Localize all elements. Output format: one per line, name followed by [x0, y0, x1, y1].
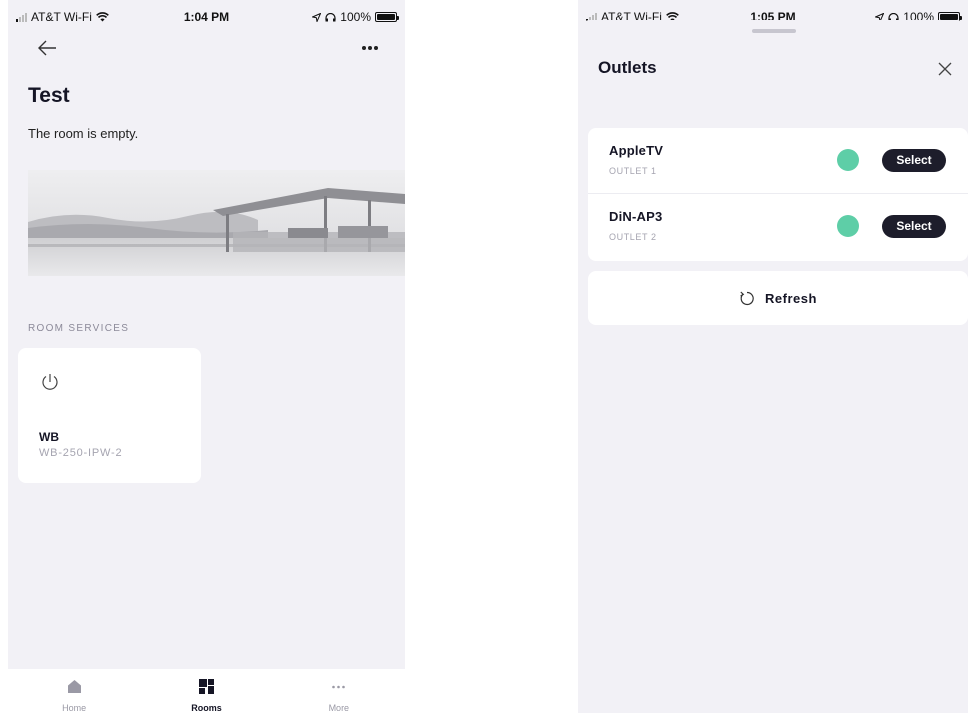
- room-hero-image: [28, 170, 405, 276]
- room-services-heading: ROOM SERVICES: [28, 323, 130, 334]
- outlet-row: AppleTV OUTLET 1 Select: [588, 128, 968, 194]
- bottom-tab-bar: Home Rooms More: [8, 669, 405, 713]
- outlets-sheet: Outlets AppleTV OUTLET 1 Select DiN-AP3 …: [578, 20, 968, 713]
- select-button[interactable]: Select: [882, 149, 946, 172]
- sheet-title: Outlets: [598, 58, 657, 77]
- tab-rooms-label: Rooms: [191, 703, 222, 713]
- refresh-icon: [740, 291, 754, 306]
- tab-more-label: More: [328, 703, 350, 713]
- headphones-icon: [325, 12, 336, 21]
- outlet-list: AppleTV OUTLET 1 Select DiN-AP3 OUTLET 2…: [588, 128, 968, 261]
- battery-icon: [375, 12, 399, 22]
- page-title: Test: [28, 84, 70, 107]
- rooms-grid-icon: [198, 679, 214, 694]
- back-arrow-icon[interactable]: [36, 38, 58, 58]
- service-model: WB-250-IPW-2: [39, 447, 123, 459]
- outlet-name: AppleTV: [609, 143, 664, 158]
- outlet-number: OUTLET 2: [609, 232, 657, 242]
- tab-more[interactable]: More: [273, 669, 405, 713]
- outlet-status-indicator: [837, 149, 859, 171]
- outlets-screen: AT&T Wi-Fi 1:05 PM 100% Outlets AppleTV …: [578, 0, 968, 713]
- more-dots-icon: [331, 679, 347, 694]
- outlet-number: OUTLET 1: [609, 166, 657, 176]
- battery-percent: 100%: [340, 10, 371, 24]
- refresh-label: Refresh: [765, 290, 817, 306]
- more-options-icon[interactable]: [359, 40, 381, 56]
- home-icon: [66, 679, 82, 694]
- power-icon: [42, 374, 58, 390]
- select-button[interactable]: Select: [882, 215, 946, 238]
- service-card-wb[interactable]: WB WB-250-IPW-2: [18, 348, 201, 483]
- tab-rooms[interactable]: Rooms: [140, 669, 272, 713]
- tab-home[interactable]: Home: [8, 669, 140, 713]
- tab-home-label: Home: [62, 703, 87, 713]
- location-icon: [312, 12, 322, 22]
- room-empty-message: The room is empty.: [28, 126, 139, 141]
- sheet-grabber[interactable]: [752, 29, 796, 33]
- outlet-status-indicator: [837, 215, 859, 237]
- room-screen: AT&T Wi-Fi 1:04 PM 100% Test The room is…: [8, 0, 405, 713]
- outlet-name: DiN-AP3: [609, 209, 663, 224]
- service-name: WB: [39, 430, 59, 444]
- refresh-button[interactable]: Refresh: [588, 271, 968, 325]
- status-bar: AT&T Wi-Fi 1:04 PM 100%: [8, 0, 405, 26]
- outlet-row: DiN-AP3 OUTLET 2 Select: [588, 194, 968, 261]
- close-icon[interactable]: [936, 60, 954, 78]
- status-right: 100%: [312, 10, 399, 24]
